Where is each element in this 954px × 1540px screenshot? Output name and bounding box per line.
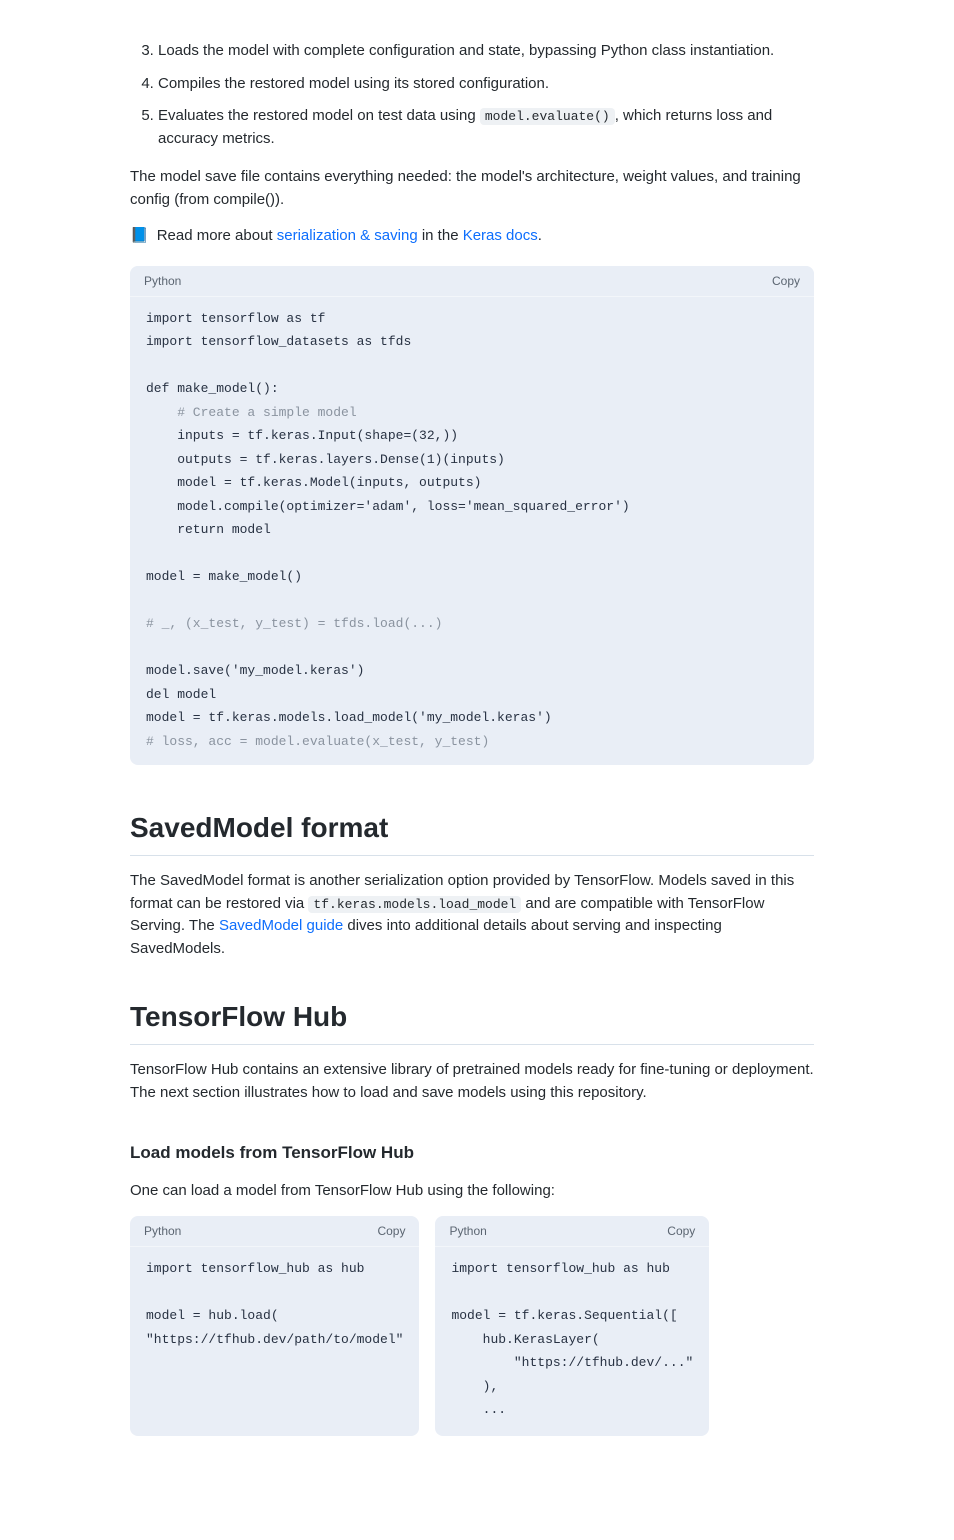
step-5-code: model.evaluate() — [480, 108, 615, 125]
code-body: import tensorflow_hub as hub model = tf.… — [435, 1246, 709, 1436]
section-savedmodel-title: SavedModel format — [130, 807, 814, 856]
note-pre: Read more about — [157, 227, 277, 244]
copy-button[interactable]: Copy — [772, 272, 800, 290]
subsection-load-tfhub: Load models from TensorFlow Hub — [130, 1140, 814, 1166]
code-body: import tensorflow as tfimport tensorflow… — [130, 297, 814, 766]
codeblock-hub-load: Python Copy import tensorflow_hub as hub… — [130, 1216, 419, 1436]
paragraph-after-steps: The model save file contains everything … — [130, 166, 814, 211]
step-5: Evaluates the restored model on test dat… — [158, 105, 814, 150]
two-column-codeblocks: Python Copy import tensorflow_hub as hub… — [130, 1216, 814, 1436]
note-mid: in the — [418, 227, 463, 244]
step-4: Compiles the restored model using its st… — [158, 73, 814, 96]
note-post: . — [538, 227, 542, 244]
note-text: Read more about serialization & saving i… — [157, 225, 542, 248]
step-5-pre: Evaluates the restored model on test dat… — [158, 107, 480, 124]
codeblock-hub-keraslayer: Python Copy import tensorflow_hub as hub… — [435, 1216, 709, 1436]
copy-button[interactable]: Copy — [667, 1222, 695, 1240]
step-3: Loads the model with complete configurat… — [158, 40, 814, 63]
tfhub-paragraph-1: TensorFlow Hub contains an extensive lib… — [130, 1059, 814, 1104]
intro-steps-list: Loads the model with complete configurat… — [130, 40, 814, 150]
book-icon: 📘 — [130, 225, 149, 248]
code-body: import tensorflow_hub as hub model = hub… — [130, 1246, 419, 1365]
note-link-serialization[interactable]: serialization & saving — [277, 227, 418, 244]
code-lang-label: Python — [144, 1222, 181, 1240]
sm-p1-code: tf.keras.models.load_model — [308, 896, 521, 913]
code-lang-label: Python — [144, 272, 181, 290]
note-block: 📘 Read more about serialization & saving… — [130, 225, 814, 248]
codeblock-loading: Python Copy import tensorflow as tfimpor… — [130, 266, 814, 766]
note-link-keras-docs[interactable]: Keras docs — [463, 227, 538, 244]
tfhub-paragraph-2: One can load a model from TensorFlow Hub… — [130, 1180, 814, 1203]
code-lang-label: Python — [449, 1222, 486, 1240]
copy-button[interactable]: Copy — [377, 1222, 405, 1240]
savedmodel-paragraph: The SavedModel format is another seriali… — [130, 870, 814, 960]
savedmodel-guide-link[interactable]: SavedModel guide — [219, 917, 343, 934]
section-tfhub-title: TensorFlow Hub — [130, 996, 814, 1045]
